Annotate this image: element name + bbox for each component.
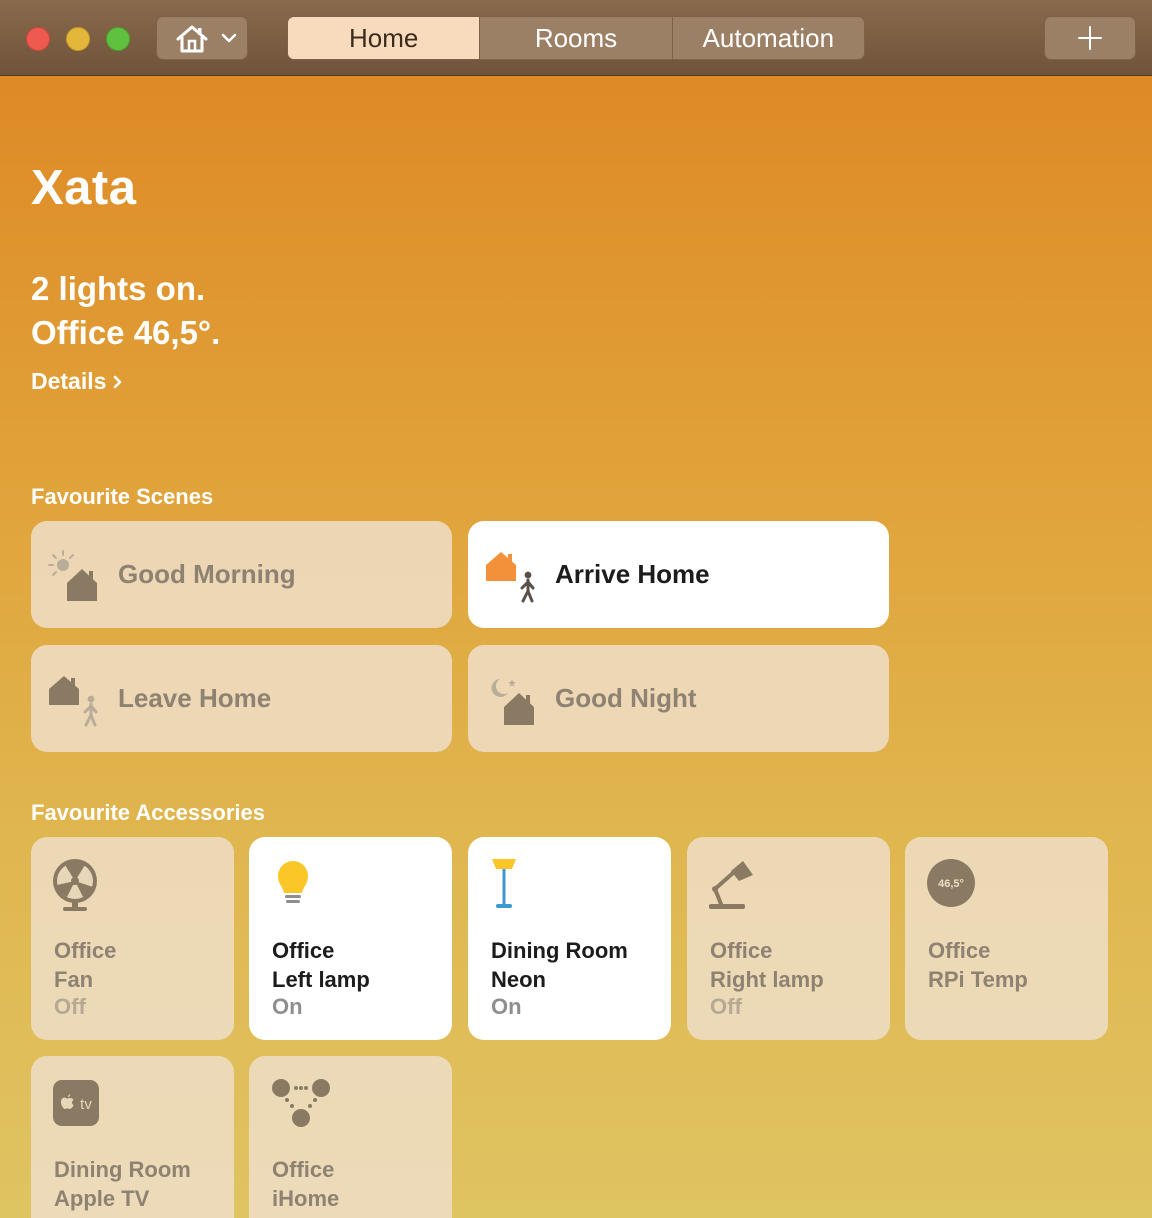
home-app-window: Home Rooms Automation Xata 2 lights on. … (0, 0, 1152, 1218)
moon-house-icon (491, 679, 534, 725)
favourite-accessories-heading: Favourite Accessories (31, 800, 265, 825)
zoom-window-button[interactable] (106, 27, 130, 51)
accessory-office-left-lamp[interactable]: Office Left lamp On (249, 837, 452, 1040)
temperature-sensor-icon: 46,5° (927, 859, 975, 907)
accessory-room: Dining Room (54, 1157, 191, 1182)
tab-home[interactable]: Home (288, 17, 480, 59)
bridge-icon (272, 1079, 330, 1127)
accessory-state: On (272, 994, 303, 1019)
house-icon (176, 25, 208, 53)
details-label: Details (31, 368, 107, 394)
accessory-device: Fan (54, 967, 94, 992)
accessory-room: Office (710, 938, 773, 963)
home-selector-button[interactable] (156, 16, 248, 60)
accessory-state: Off (710, 994, 742, 1019)
sunrise-house-icon (48, 550, 97, 601)
tab-automation[interactable]: Automation (671, 17, 864, 59)
tv-badge: tv (80, 1096, 92, 1113)
scene-label: Good Morning (118, 559, 296, 589)
accessory-state: On (491, 994, 522, 1019)
title-bar: Home Rooms Automation (0, 0, 1152, 76)
accessory-device: iHome (272, 1186, 340, 1211)
accessory-room: Dining Room (491, 938, 628, 963)
accessory-name: Office Fan (54, 936, 116, 994)
accessory-device: Apple TV (54, 1186, 150, 1211)
accessory-name: Dining Room Apple TV (54, 1155, 191, 1213)
accessory-name: Office Left lamp (272, 936, 370, 994)
accessory-device: Neon (491, 967, 546, 992)
page-title: Xata (31, 161, 137, 215)
minimize-window-button[interactable] (66, 27, 90, 51)
tab-rooms[interactable]: Rooms (479, 17, 671, 59)
add-button[interactable] (1044, 16, 1136, 60)
details-link[interactable]: Details (31, 368, 124, 395)
scene-leave-home[interactable]: Leave Home (31, 645, 452, 752)
scene-good-morning[interactable]: Good Morning (31, 521, 452, 628)
scene-label: Arrive Home (555, 559, 710, 589)
accessory-room: Office (928, 938, 991, 963)
accessory-name: Office iHome (272, 1155, 339, 1213)
apple-tv-icon: tv (53, 1080, 99, 1126)
accessory-room: Office (272, 938, 335, 963)
accessory-room: Office (54, 938, 117, 963)
leave-home-icon (49, 676, 98, 727)
temperature-reading: 46,5° (938, 878, 964, 890)
arrive-home-icon (486, 552, 535, 603)
view-tabs: Home Rooms Automation (287, 16, 865, 60)
scene-good-night[interactable]: Good Night (468, 645, 889, 752)
accessory-office-rpi-temp[interactable]: 46,5° Office RPi Temp (905, 837, 1108, 1040)
chevron-down-icon (221, 33, 237, 43)
accessory-device: RPi Temp (928, 967, 1028, 992)
scene-label: Good Night (555, 683, 697, 713)
plus-icon (1078, 26, 1102, 50)
status-summary-temperature: Office 46,5°. (31, 314, 221, 351)
accessory-name: Dining Room Neon (491, 936, 628, 994)
close-window-button[interactable] (26, 27, 50, 51)
fan-icon (53, 859, 97, 911)
desk-lamp-icon (709, 861, 753, 909)
chevron-right-icon (114, 375, 122, 388)
accessory-office-right-lamp[interactable]: Office Right lamp Off (687, 837, 890, 1040)
accessory-state: Off (54, 994, 86, 1019)
lightbulb-icon (278, 861, 308, 903)
accessory-device: Right lamp (710, 967, 824, 992)
accessory-office-fan[interactable]: Office Fan Off (31, 837, 234, 1040)
scene-arrive-home[interactable]: Arrive Home (468, 521, 889, 628)
accessory-name: Office Right lamp (710, 936, 824, 994)
accessory-device: Left lamp (272, 967, 370, 992)
accessory-dining-room-neon[interactable]: Dining Room Neon On (468, 837, 671, 1040)
accessory-room: Office (272, 1157, 335, 1182)
home-content: Xata 2 lights on. Office 46,5°. Details … (0, 76, 1152, 1218)
accessory-office-ihome[interactable]: Office iHome (249, 1056, 452, 1218)
favourite-scenes-heading: Favourite Scenes (31, 484, 214, 509)
scene-label: Leave Home (118, 683, 272, 713)
status-summary-lights: 2 lights on. (31, 270, 206, 307)
accessory-dining-room-apple-tv[interactable]: tv Dining Room Apple TV (31, 1056, 234, 1218)
floor-lamp-icon (492, 859, 516, 908)
accessory-name: Office RPi Temp (928, 936, 1028, 994)
